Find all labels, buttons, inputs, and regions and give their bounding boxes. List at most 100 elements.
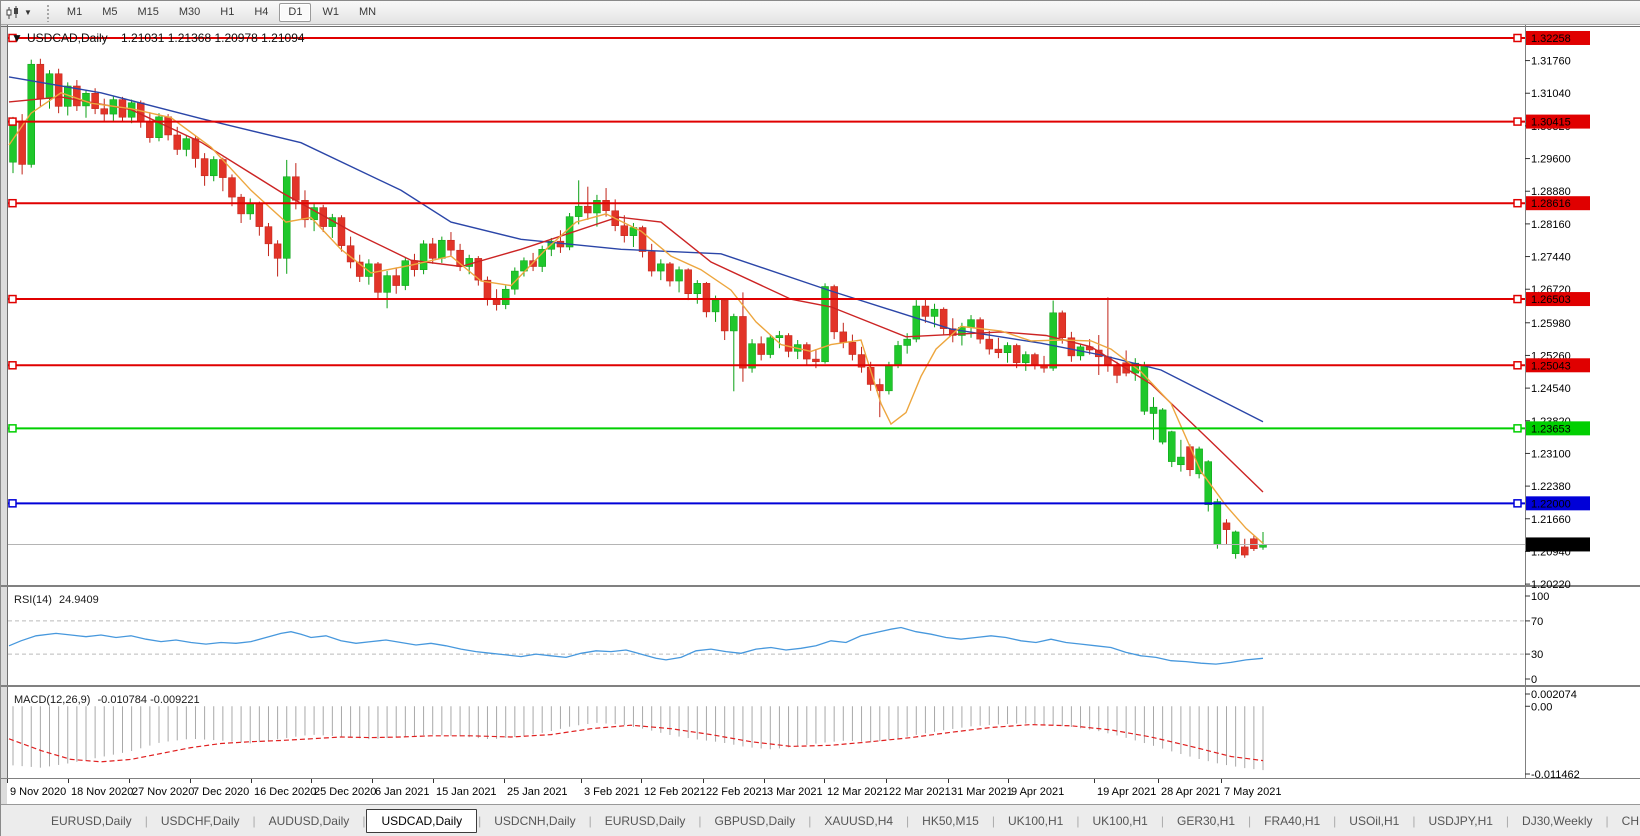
svg-text:70: 70 (1531, 616, 1543, 628)
chart-tab-dj30-weekly[interactable]: DJ30,Weekly (1510, 810, 1604, 832)
svg-text:1.21660: 1.21660 (1531, 514, 1571, 526)
svg-text:1.23100: 1.23100 (1531, 448, 1571, 460)
chart-type-button[interactable]: ▼ (1, 1, 38, 24)
hline-handle (1513, 198, 1522, 208)
macd-pane-label: MACD(12,26,9) -0.010784 -0.009221 (14, 694, 200, 706)
svg-text:100: 100 (1531, 591, 1549, 603)
macd-name: MACD(12,26,9) (14, 694, 90, 706)
svg-text:-0.011462: -0.011462 (1531, 769, 1580, 781)
chart-tab-ger30-h1[interactable]: GER30,H1 (1165, 810, 1247, 832)
svg-text:3 Mar 2021: 3 Mar 2021 (767, 786, 823, 798)
svg-text:1.24540: 1.24540 (1531, 383, 1571, 395)
svg-text:22 Feb 2021: 22 Feb 2021 (706, 786, 768, 798)
svg-text:9 Apr 2021: 9 Apr 2021 (1011, 786, 1064, 798)
rsi-value: 24.9409 (59, 594, 99, 606)
svg-text:27 Nov 2020: 27 Nov 2020 (132, 786, 194, 798)
svg-text:28 Apr 2021: 28 Apr 2021 (1161, 786, 1220, 798)
svg-text:0.002074: 0.002074 (1531, 689, 1577, 701)
svg-text:16 Dec 2020: 16 Dec 2020 (254, 786, 316, 798)
chart-tab-usdchf-daily[interactable]: USDCHF,Daily (149, 810, 252, 832)
candlestick-chart-icon (6, 5, 18, 19)
hline-handle (1513, 33, 1522, 43)
hline-handle (8, 499, 17, 508)
chart-tab-usdcad-daily[interactable]: USDCAD,Daily (366, 809, 478, 833)
chart-tab-usoil-h1[interactable]: USOil,H1 (1337, 810, 1411, 832)
svg-text:1.29600: 1.29600 (1531, 154, 1571, 166)
macd-values: -0.010784 -0.009221 (97, 694, 199, 706)
svg-text:7 Dec 2020: 7 Dec 2020 (193, 786, 249, 798)
svg-text:1.25043: 1.25043 (1531, 360, 1571, 372)
svg-text:25 Jan 2021: 25 Jan 2021 (507, 786, 568, 798)
chart-title-symbol: USDCAD,Daily (27, 31, 108, 45)
hline-handle (8, 294, 17, 304)
chart-tab-audusd-daily[interactable]: AUDUSD,Daily (257, 810, 362, 832)
chart-tab-usdjpy-h1[interactable]: USDJPY,H1 (1416, 810, 1504, 832)
svg-text:7 May 2021: 7 May 2021 (1224, 786, 1281, 798)
svg-text:3 Feb 2021: 3 Feb 2021 (584, 786, 640, 798)
svg-text:1.26503: 1.26503 (1531, 294, 1571, 306)
svg-text:12 Feb 2021: 12 Feb 2021 (644, 786, 706, 798)
svg-text:1.22000: 1.22000 (1531, 498, 1571, 510)
hline-handle (1513, 294, 1522, 304)
svg-text:6 Jan 2021: 6 Jan 2021 (375, 786, 429, 798)
toolbar-grip-handle[interactable] (45, 3, 51, 22)
svg-text:30: 30 (1531, 649, 1543, 661)
timeframe-button-m1[interactable]: M1 (58, 3, 91, 22)
timeframe-button-h1[interactable]: H1 (211, 3, 243, 22)
svg-text:1.30415: 1.30415 (1531, 117, 1571, 129)
hline-handle (1513, 499, 1522, 508)
rsi-name: RSI(14) (14, 594, 52, 606)
timeframe-button-mn[interactable]: MN (350, 3, 385, 22)
timeframe-button-w1[interactable]: W1 (313, 3, 348, 22)
svg-text:15 Jan 2021: 15 Jan 2021 (436, 786, 497, 798)
chart-tab-china300-h1[interactable]: CHINA300,H1 (1610, 810, 1640, 832)
svg-text:1.28616: 1.28616 (1531, 198, 1571, 210)
hline-handle (8, 424, 17, 433)
chart-tabs-bar: EURUSD,Daily | USDCHF,Daily | AUDUSD,Daily | U… (1, 804, 1640, 836)
chart-title: USDCAD,Daily 1.21031 1.21368 1.20978 1.2… (27, 31, 305, 45)
chart-tab-eurusd-daily[interactable]: EURUSD,Daily (39, 810, 144, 832)
timeframe-buttons: M1 M5 M15 M30 H1 H4 D1 W1 MN (57, 3, 386, 22)
svg-text:0: 0 (1531, 674, 1537, 686)
chart-tab-uk100-h1[interactable]: UK100,H1 (996, 810, 1075, 832)
svg-text:1.21094: 1.21094 (1531, 539, 1571, 551)
timeframe-button-m30[interactable]: M30 (170, 3, 209, 22)
svg-text:31 Mar 2021: 31 Mar 2021 (951, 786, 1013, 798)
chart-tab-eurusd-daily[interactable]: EURUSD,Daily (593, 810, 698, 832)
chart-tab-hk50-m15[interactable]: HK50,M15 (910, 810, 991, 832)
svg-text:1.28160: 1.28160 (1531, 219, 1571, 231)
hline-handle (8, 117, 17, 126)
chart-symbol-caret-icon[interactable]: ▼ (11, 31, 23, 45)
svg-text:0.00: 0.00 (1531, 701, 1552, 713)
timeframe-button-m15[interactable]: M15 (128, 3, 167, 22)
chart-tab-xauusd-h4[interactable]: XAUUSD,H4 (812, 810, 905, 832)
chart-title-ohlc: 1.21031 1.21368 1.20978 1.21094 (121, 31, 305, 45)
chart-area[interactable]: 1.317601.310401.303201.296001.288801.281… (1, 25, 1640, 804)
svg-text:1.31040: 1.31040 (1531, 88, 1571, 100)
chart-tab-uk100-h1[interactable]: UK100,H1 (1080, 810, 1159, 832)
terminal-window: ▼ M1M5M15M30H1H4D1W1MN 1.31760 1.31040 1.3… (0, 0, 1640, 836)
timeframe-button-m5[interactable]: M5 (93, 3, 126, 22)
chart-tab-fra40-h1[interactable]: FRA40,H1 (1252, 810, 1332, 832)
timeframe-button-h4[interactable]: H4 (245, 3, 277, 22)
svg-text:1.31760: 1.31760 (1531, 56, 1571, 68)
hline-handle (1513, 117, 1522, 126)
hline-handle (1513, 361, 1522, 370)
timeframe-button-d1[interactable]: D1 (279, 3, 312, 22)
hline-handle (8, 198, 17, 208)
chevron-down-icon: ▼ (24, 8, 32, 17)
svg-text:1.32258: 1.32258 (1531, 33, 1571, 45)
svg-text:1.27440: 1.27440 (1531, 252, 1571, 264)
chart-tab-gbpusd-daily[interactable]: GBPUSD,Daily (703, 810, 808, 832)
svg-text:19 Apr 2021: 19 Apr 2021 (1097, 786, 1156, 798)
chart-tabs: EURUSD,Daily | USDCHF,Daily | AUDUSD,Daily | U… (39, 809, 1640, 833)
svg-text:1.25980: 1.25980 (1531, 318, 1571, 330)
hline-handle (8, 361, 17, 370)
svg-text:18 Nov 2020: 18 Nov 2020 (71, 786, 133, 798)
chart-tab-usdcnh-daily[interactable]: USDCNH,Daily (482, 810, 587, 832)
hline-handle (1513, 424, 1522, 433)
timeframe-toolbar: ▼ M1 M5 M15 M30 H1 H4 D1 W1 MN (1, 1, 1640, 25)
svg-text:25 Dec 2020: 25 Dec 2020 (314, 786, 376, 798)
svg-text:22 Mar 2021: 22 Mar 2021 (889, 786, 951, 798)
svg-text:1.23653: 1.23653 (1531, 423, 1571, 435)
